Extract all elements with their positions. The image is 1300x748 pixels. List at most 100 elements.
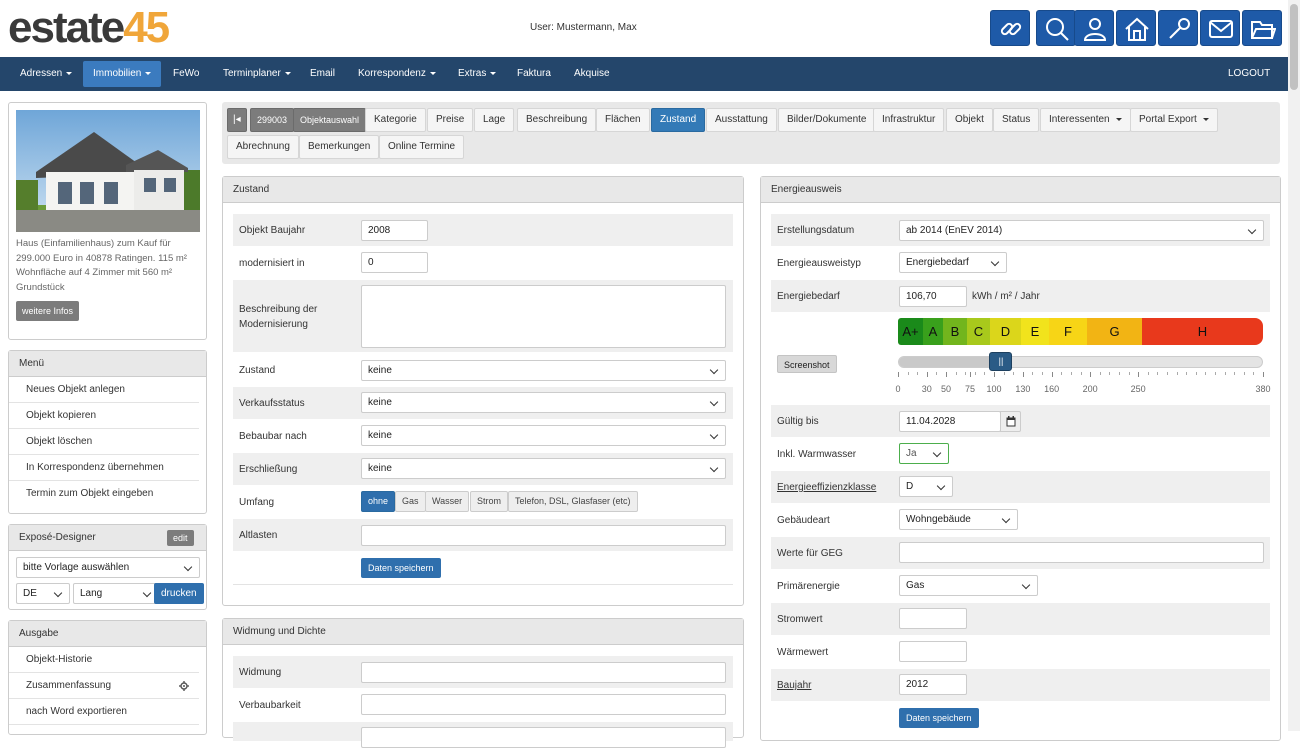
nav-label: Akquise [574, 68, 610, 79]
erstellungsdatum-select[interactable]: ab 2014 (EnEV 2014) [899, 220, 1264, 241]
nav-logout[interactable]: LOGOUT [1218, 57, 1280, 91]
nav-email[interactable]: Email [300, 57, 345, 91]
slider-minor-tick [917, 372, 919, 375]
bebaubar-select[interactable]: keine [361, 425, 726, 446]
length-select[interactable]: Lang [73, 583, 159, 604]
tab-kategorie[interactable]: Kategorie [365, 108, 426, 132]
template-select[interactable]: bitte Vorlage auswählen [16, 557, 200, 578]
tab-lage[interactable]: Lage [474, 108, 515, 132]
logo[interactable]: estate45 [8, 3, 170, 52]
geg-input[interactable] [899, 542, 1264, 563]
waermewert-input[interactable] [899, 641, 967, 662]
gebaeudeart-label: Gebäudeart [777, 515, 830, 526]
energie-save-button[interactable]: Daten speichern [899, 708, 979, 728]
umfang-ohne[interactable]: ohne [361, 491, 396, 512]
slider-tick-label: 250 [1130, 384, 1146, 394]
tab-zustand[interactable]: Zustand [651, 108, 706, 132]
gear-icon[interactable] [179, 681, 189, 691]
menu-item-correspondence[interactable]: In Korrespondenz übernehmen [9, 455, 199, 481]
energy-slider-track[interactable] [898, 356, 1263, 368]
baujahr-input[interactable]: 2008 [361, 220, 428, 241]
ausgabe-item-word[interactable]: nach Word exportieren [9, 699, 199, 725]
nav-fewo[interactable]: FeWo [163, 57, 210, 91]
expose-edit-button[interactable]: edit [167, 530, 194, 546]
menu-item-copy[interactable]: Objekt kopieren [9, 403, 199, 429]
klasse-select[interactable]: D [899, 476, 953, 497]
primaerenergie-select[interactable]: Gas [899, 575, 1038, 596]
modernisierung-textarea[interactable] [361, 285, 726, 348]
modernisiert-label: modernisiert in [239, 258, 305, 269]
menu-item-new[interactable]: Neues Objekt anlegen [9, 377, 199, 403]
tab-infrastruktur[interactable]: Infrastruktur [873, 108, 945, 132]
umfang-wasser[interactable]: Wasser [425, 491, 470, 512]
warmwasser-select[interactable]: Ja [899, 443, 949, 464]
print-button[interactable]: drucken [154, 583, 204, 604]
tab-portal-export[interactable]: Portal Export [1130, 108, 1218, 132]
home-button[interactable] [1116, 10, 1156, 46]
tab-flaechen[interactable]: Flächen [596, 108, 650, 132]
row-modernisiert: modernisiert in 0 [233, 247, 733, 280]
umfang-strom[interactable]: Strom [470, 491, 509, 512]
primaerenergie-label: Primärenergie [777, 581, 840, 592]
nav-terminplaner[interactable]: Terminplaner [213, 57, 301, 91]
slider-minor-tick [1042, 372, 1044, 375]
ausgabe-item-summary[interactable]: Zusammenfassung [9, 673, 199, 699]
back-first-button[interactable]: |◂ [227, 108, 247, 132]
language-select[interactable]: DE [16, 583, 70, 604]
altlasten-input[interactable] [361, 525, 726, 546]
logo-text: estate [8, 3, 125, 52]
tab-interessenten[interactable]: Interessenten [1040, 108, 1131, 132]
tab-status[interactable]: Status [993, 108, 1040, 132]
property-photo[interactable] [16, 110, 200, 232]
tab-beschreibung[interactable]: Beschreibung [517, 108, 597, 132]
more-info-button[interactable]: weitere Infos [16, 301, 80, 321]
widmung-input[interactable] [361, 662, 726, 683]
link-button[interactable] [990, 10, 1030, 46]
zustand-select[interactable]: keine [361, 360, 726, 381]
zustand-save-button[interactable]: Daten speichern [361, 558, 441, 578]
next-input[interactable] [361, 727, 726, 748]
umfang-telefon[interactable]: Telefon, DSL, Glasfaser (etc) [508, 491, 638, 512]
modernisiert-input[interactable]: 0 [361, 252, 428, 273]
tab-abrechnung[interactable]: Abrechnung [227, 135, 299, 159]
scrollbar-thumb[interactable] [1290, 4, 1298, 90]
stromwert-input[interactable] [899, 608, 967, 629]
tools-button[interactable] [1158, 10, 1198, 46]
erschliessung-select[interactable]: keine [361, 458, 726, 479]
umfang-gas[interactable]: Gas [395, 491, 426, 512]
nav-akquise[interactable]: Akquise [564, 57, 620, 91]
nav-immobilien[interactable]: Immobilien [83, 61, 162, 87]
tab-online-termine[interactable]: Online Termine [379, 135, 465, 159]
energiebedarf-input[interactable]: 106,70 [899, 286, 967, 307]
tab-bemerkungen[interactable]: Bemerkungen [299, 135, 380, 159]
mail-button[interactable] [1200, 10, 1240, 46]
menu-item-delete[interactable]: Objekt löschen [9, 429, 199, 455]
folder-button[interactable] [1242, 10, 1282, 46]
tab-objektauswahl[interactable]: Objektauswahl [293, 108, 367, 132]
verkaufsstatus-select[interactable]: keine [361, 392, 726, 413]
tab-bilder[interactable]: Bilder/Dokumente [778, 108, 876, 132]
menu-item-appointment[interactable]: Termin zum Objekt eingeben [9, 481, 199, 507]
ausgabe-item-history[interactable]: Objekt-Historie [9, 647, 199, 673]
energie-baujahr-input[interactable]: 2012 [899, 674, 967, 695]
object-id-tab[interactable]: 299003 [250, 108, 295, 132]
nav-extras[interactable]: Extras [448, 57, 506, 91]
page-scrollbar[interactable] [1288, 0, 1300, 731]
tab-preise[interactable]: Preise [427, 108, 474, 132]
verbaubarkeit-input[interactable] [361, 694, 726, 715]
nav-faktura[interactable]: Faktura [507, 57, 561, 91]
nav-korrespondenz[interactable]: Korrespondenz [348, 57, 446, 91]
user-button[interactable] [1074, 10, 1114, 46]
nav-adressen[interactable]: Adressen [10, 57, 82, 91]
gueltig-date-input[interactable]: 11.04.2028 [899, 411, 1001, 432]
tab-ausstattung[interactable]: Ausstattung [706, 108, 777, 132]
altlasten-label: Altlasten [239, 530, 278, 541]
calendar-button[interactable] [1000, 411, 1021, 432]
search-button[interactable] [1036, 10, 1076, 46]
baujahr-label: Objekt Baujahr [239, 225, 306, 236]
ausweistyp-select[interactable]: Energiebedarf [899, 252, 1007, 273]
energy-slider-handle[interactable]: || [989, 352, 1013, 371]
gebaeudeart-select[interactable]: Wohngebäude [899, 509, 1018, 530]
tab-objekt[interactable]: Objekt [946, 108, 993, 132]
screenshot-button[interactable]: Screenshot [777, 355, 837, 373]
